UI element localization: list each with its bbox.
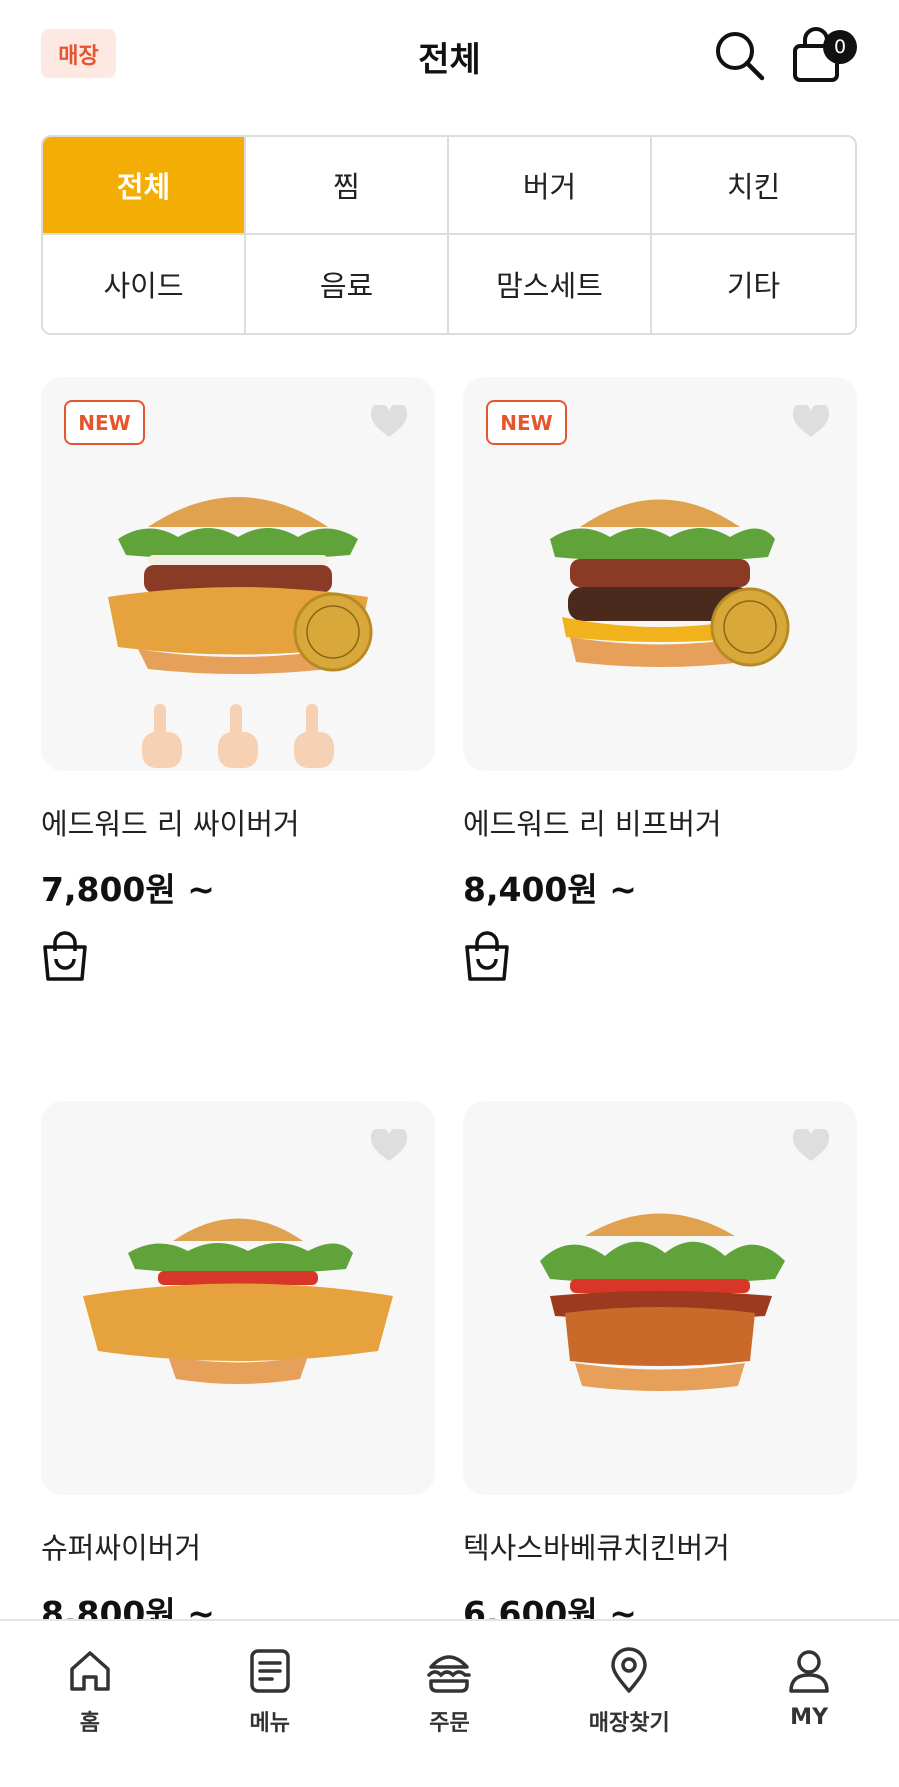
new-badge: NEW xyxy=(486,400,567,445)
user-icon xyxy=(789,1650,829,1693)
add-to-cart-icon[interactable] xyxy=(463,931,511,983)
pointing-hand-icon xyxy=(294,704,334,768)
category-tab-favorites[interactable]: 찜 xyxy=(246,137,449,235)
burger-image xyxy=(83,1218,393,1384)
cart-count-badge: 0 xyxy=(823,30,857,64)
category-tab-etc[interactable]: 기타 xyxy=(652,235,855,333)
heart-icon[interactable] xyxy=(371,405,407,439)
nav-home[interactable]: 홈 xyxy=(0,1621,180,1787)
product-price: 7,800원 ~ xyxy=(41,870,215,909)
product-card[interactable]: 텍사스바베큐치킨버거 6,600원 ~ xyxy=(463,1101,857,1633)
search-icon[interactable] xyxy=(712,28,766,82)
nav-order[interactable]: 주문 xyxy=(360,1621,540,1787)
burger-order-icon xyxy=(427,1655,472,1693)
heart-icon[interactable] xyxy=(793,1129,829,1163)
nav-label: MY xyxy=(790,1705,828,1730)
category-tab-side[interactable]: 사이드 xyxy=(43,235,246,333)
product-price: 8,400원 ~ xyxy=(463,870,637,909)
product-name[interactable]: 에드워드 리 싸이버거 xyxy=(41,801,435,841)
nav-label: 홈 xyxy=(79,1711,101,1736)
nav-label: 매장찾기 xyxy=(588,1711,670,1736)
home-icon xyxy=(70,1651,110,1691)
category-tab-drink[interactable]: 음료 xyxy=(246,235,449,333)
nav-menu[interactable]: 메뉴 xyxy=(180,1621,360,1787)
nav-store-finder[interactable]: 매장찾기 xyxy=(539,1621,719,1787)
burger-image xyxy=(550,499,790,667)
pointing-hand-icon xyxy=(142,704,182,768)
burger-image xyxy=(108,497,373,674)
product-name[interactable]: 에드워드 리 비프버거 xyxy=(463,801,857,841)
burger-image xyxy=(540,1213,785,1391)
product-card[interactable]: NEW 에드워드 리 싸이버거 7,800원 ~ xyxy=(41,377,435,987)
menu-icon xyxy=(249,1649,290,1693)
product-name[interactable]: 슈퍼싸이버거 xyxy=(41,1525,435,1565)
product-name[interactable]: 텍사스바베큐치킨버거 xyxy=(463,1525,857,1565)
category-tab-burger[interactable]: 버거 xyxy=(449,137,652,235)
category-tabs: 전체 찜 버거 치킨 사이드 음료 맘스세트 기타 xyxy=(41,135,857,335)
nav-my[interactable]: MY xyxy=(719,1621,899,1787)
header: 매장 전체 0 xyxy=(0,0,899,110)
product-image[interactable]: NEW xyxy=(463,377,857,771)
product-image[interactable] xyxy=(41,1101,435,1495)
heart-icon[interactable] xyxy=(793,405,829,439)
new-badge: NEW xyxy=(64,400,145,445)
product-card[interactable]: 슈퍼싸이버거 8,800원 ~ xyxy=(41,1101,435,1633)
product-image[interactable]: NEW xyxy=(41,377,435,771)
product-image[interactable] xyxy=(463,1101,857,1495)
bottom-navigation: 홈 메뉴 주문 매장찾기 MY xyxy=(0,1619,899,1787)
nav-label: 메뉴 xyxy=(249,1711,290,1736)
nav-label: 주문 xyxy=(429,1711,470,1736)
category-tab-chicken[interactable]: 치킨 xyxy=(652,137,855,235)
category-tab-set[interactable]: 맘스세트 xyxy=(449,235,652,333)
location-pin-icon xyxy=(611,1647,648,1693)
category-tab-all[interactable]: 전체 xyxy=(43,137,246,235)
pointing-hand-icon xyxy=(218,704,258,768)
add-to-cart-icon[interactable] xyxy=(41,931,89,983)
product-card[interactable]: NEW 에드워드 리 비프버거 8,400원 ~ xyxy=(463,377,857,987)
heart-icon[interactable] xyxy=(371,1129,407,1163)
